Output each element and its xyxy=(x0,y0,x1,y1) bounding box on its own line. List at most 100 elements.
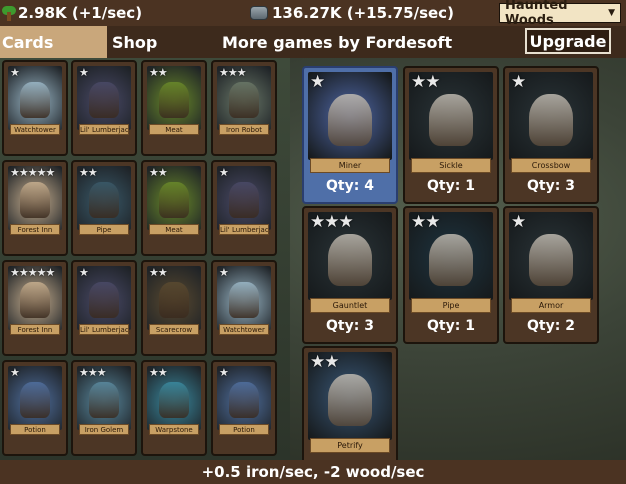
card-stars: ★★ xyxy=(149,166,168,179)
card-stars: ★ xyxy=(79,266,89,279)
collection-card[interactable]: ★ Lil' Lumberjack xyxy=(71,260,137,356)
collection-card[interactable]: ★ Potion xyxy=(211,360,277,456)
more-games-link[interactable]: More games by Fordesoft xyxy=(222,26,452,58)
resource-bar: 2.98K (+1/sec) 136.27K (+15.75/sec) Haun… xyxy=(0,0,626,28)
collection-card[interactable]: ★ Watchtower xyxy=(2,60,68,156)
upgrade-button[interactable]: Upgrade xyxy=(525,28,611,54)
card-name: Armor xyxy=(511,298,591,313)
card-figure-icon xyxy=(328,374,372,426)
collection-card[interactable]: ★★★ Iron Robot xyxy=(211,60,277,156)
card-figure-icon xyxy=(229,282,259,318)
card-figure-icon xyxy=(328,94,372,146)
status-bar: +0.5 iron/sec, -2 wood/sec xyxy=(0,460,626,484)
card-name: Pipe xyxy=(411,298,491,313)
card-name: Petrify xyxy=(310,438,390,453)
deck-card[interactable]: ★ Armor Qty: 2 xyxy=(503,206,599,344)
card-figure-icon xyxy=(429,234,473,286)
card-name: Miner xyxy=(310,158,390,173)
card-figure-icon xyxy=(20,82,50,118)
card-quantity: Qty: 2 xyxy=(527,318,575,334)
card-name: Crossbow xyxy=(511,158,591,173)
card-stars: ★★ xyxy=(411,212,441,232)
card-name: Watchtower xyxy=(10,124,60,135)
card-figure-icon xyxy=(229,182,259,218)
card-stars: ★★ xyxy=(411,72,441,92)
chevron-down-icon: ▼ xyxy=(608,8,615,18)
card-figure-icon xyxy=(529,234,573,286)
card-name: Watchtower xyxy=(219,324,269,335)
card-stars: ★ xyxy=(310,72,325,92)
deck-card[interactable]: ★★ Sickle Qty: 1 xyxy=(403,66,499,204)
collection-card[interactable]: ★ Potion xyxy=(2,360,68,456)
card-name: Iron Robot xyxy=(219,124,269,135)
tree-icon xyxy=(2,5,16,21)
card-name: Meat xyxy=(149,224,199,235)
deck-card[interactable]: ★ Miner Qty: 4 xyxy=(302,66,398,204)
iron-ingot-icon xyxy=(250,6,268,20)
deck-card[interactable]: ★ Crossbow Qty: 3 xyxy=(503,66,599,204)
card-stars: ★★ xyxy=(149,266,168,279)
card-stars: ★★★ xyxy=(219,66,247,79)
card-figure-icon xyxy=(159,182,189,218)
game-area: ★ Watchtower ★ Lil' Lumberjack ★★ Meat ★★★ Iron… xyxy=(0,58,626,460)
card-figure-icon xyxy=(89,382,119,418)
card-stars: ★ xyxy=(219,266,229,279)
iron-amount: 136.27K (+15.75/sec) xyxy=(272,4,454,22)
card-stars: ★ xyxy=(79,66,89,79)
card-figure-icon xyxy=(20,382,50,418)
card-stars: ★★★ xyxy=(310,212,354,232)
deck-card[interactable]: ★★★ Gauntlet Qty: 3 xyxy=(302,206,398,344)
card-stars: ★ xyxy=(219,366,229,379)
card-name: Lil' Lumberjack xyxy=(79,124,129,135)
collection-card[interactable]: ★★ Warpstone xyxy=(141,360,207,456)
card-figure-icon xyxy=(89,282,119,318)
card-name: Lil' Lumberjack xyxy=(79,324,129,335)
card-name: Forest Inn xyxy=(10,224,60,235)
collection-card[interactable]: ★ Watchtower xyxy=(211,260,277,356)
tab-cards[interactable]: Cards xyxy=(0,26,107,58)
deck-card[interactable]: ★★ Pipe Qty: 1 xyxy=(403,206,499,344)
card-figure-icon xyxy=(328,234,372,286)
production-summary: +0.5 iron/sec, -2 wood/sec xyxy=(201,463,425,481)
collection-card[interactable]: ★★★★★ Forest Inn xyxy=(2,160,68,256)
card-quantity: Qty: 3 xyxy=(527,178,575,194)
card-figure-icon xyxy=(159,282,189,318)
card-stars: ★★ xyxy=(149,66,168,79)
card-quantity: Qty: 4 xyxy=(326,178,374,194)
card-name: Sickle xyxy=(411,158,491,173)
card-stars: ★★ xyxy=(79,166,98,179)
card-figure-icon xyxy=(229,382,259,418)
card-figure-icon xyxy=(20,182,50,218)
card-name: Scarecrow xyxy=(149,324,199,335)
card-stars: ★★★★★ xyxy=(10,266,55,279)
card-stars: ★ xyxy=(219,166,229,179)
collection-card[interactable]: ★★ Pipe xyxy=(71,160,137,256)
card-stars: ★ xyxy=(10,366,20,379)
collection-card[interactable]: ★ Lil' Lumberjack xyxy=(211,160,277,256)
zone-dropdown[interactable]: Haunted Woods ▼ xyxy=(499,0,621,28)
card-figure-icon xyxy=(89,182,119,218)
collection-card[interactable]: ★★ Meat xyxy=(141,160,207,256)
wood-counter: 2.98K (+1/sec) xyxy=(2,4,142,22)
iron-counter: 136.27K (+15.75/sec) xyxy=(250,4,454,22)
card-name: Pipe xyxy=(79,224,129,235)
card-name: Iron Golem xyxy=(79,424,129,435)
card-name: Potion xyxy=(10,424,60,435)
card-figure-icon xyxy=(89,82,119,118)
collection-card[interactable]: ★★ Meat xyxy=(141,60,207,156)
card-name: Forest Inn xyxy=(10,324,60,335)
card-name: Potion xyxy=(219,424,269,435)
collection-card[interactable]: ★★★ Iron Golem xyxy=(71,360,137,456)
collection-card[interactable]: ★ Lil' Lumberjack xyxy=(71,60,137,156)
collection-card[interactable]: ★★ Scarecrow xyxy=(141,260,207,356)
card-figure-icon xyxy=(529,94,573,146)
card-figure-icon xyxy=(229,82,259,118)
collection-card[interactable]: ★★★★★ Forest Inn xyxy=(2,260,68,356)
tab-shop[interactable]: Shop xyxy=(112,26,157,58)
deck-card[interactable]: ★★ Petrify xyxy=(302,346,398,460)
card-quantity: Qty: 1 xyxy=(427,318,475,334)
card-stars: ★★★ xyxy=(79,366,107,379)
card-quantity: Qty: 1 xyxy=(427,178,475,194)
card-stars: ★ xyxy=(511,72,526,92)
card-name: Lil' Lumberjack xyxy=(219,224,269,235)
